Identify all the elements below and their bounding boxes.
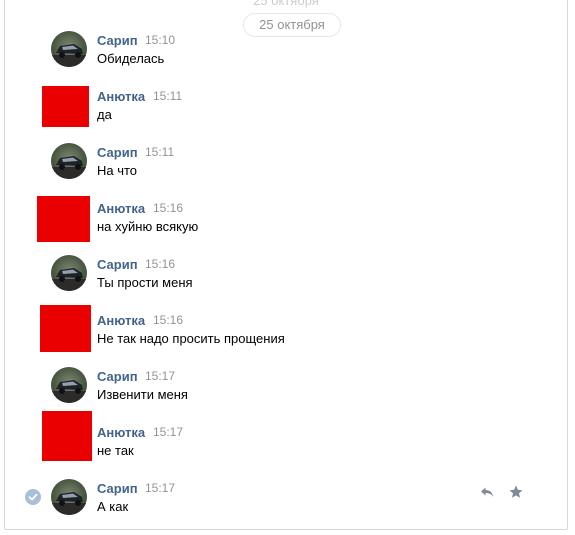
message-time[interactable]: 15:10 (145, 33, 175, 47)
avatar[interactable] (37, 196, 90, 242)
message-item[interactable]: Анютка 15:16 на хуйню всякую (5, 196, 565, 255)
message-item[interactable]: Анютка 15:16 Не так надо просить прощени… (5, 305, 565, 367)
message-text: Извенити меня (97, 387, 188, 402)
previous-date-label: 25 октября (253, 0, 319, 8)
message-item[interactable]: Сарип 15:11 На что (5, 143, 565, 199)
avatar[interactable] (51, 31, 87, 67)
car-photo-icon (51, 44, 87, 67)
message-time[interactable]: 15:16 (153, 313, 183, 327)
message-item[interactable]: Анютка 15:11 да (5, 86, 565, 143)
reply-icon[interactable] (479, 484, 495, 500)
message-time[interactable]: 15:17 (153, 425, 183, 439)
message-author[interactable]: Сарип (97, 481, 138, 496)
message-author[interactable]: Сарип (97, 33, 138, 48)
message-item[interactable]: Сарип 15:17 А как (5, 479, 565, 529)
message-text: на хуйню всякую (97, 219, 199, 234)
car-photo-icon (51, 380, 87, 403)
car-photo-icon (51, 268, 87, 291)
avatar[interactable] (51, 367, 87, 403)
message-author[interactable]: Сарип (97, 369, 138, 384)
message-text: Не так надо просить прощения (97, 331, 285, 346)
check-circle-icon[interactable] (25, 489, 41, 505)
car-photo-icon (51, 156, 87, 179)
message-author[interactable]: Сарип (97, 257, 138, 272)
message-text: А как (97, 499, 129, 514)
message-author[interactable]: Анютка (97, 201, 145, 216)
avatar[interactable] (51, 255, 87, 291)
chat-history-panel: 25 октября 25 октября Сарип 15:10 Обидел… (4, 0, 568, 530)
message-text: да (97, 107, 112, 122)
avatar[interactable] (42, 86, 89, 127)
message-time[interactable]: 15:16 (145, 257, 175, 271)
message-author[interactable]: Анютка (97, 89, 145, 104)
message-time[interactable]: 15:16 (153, 201, 183, 215)
avatar[interactable] (51, 143, 87, 179)
message-time[interactable]: 15:11 (145, 145, 174, 159)
avatar[interactable] (42, 411, 92, 461)
message-time[interactable]: 15:11 (153, 89, 182, 103)
message-time[interactable]: 15:17 (145, 369, 175, 383)
message-text: не так (97, 443, 134, 458)
car-photo-icon (51, 492, 87, 515)
message-author[interactable]: Анютка (97, 425, 145, 440)
message-text: На что (97, 163, 138, 178)
star-icon[interactable] (508, 484, 524, 500)
message-item[interactable]: Сарип 15:10 Обиделась (5, 31, 565, 87)
message-item[interactable]: Сарип 15:16 Ты прости меня (5, 255, 565, 311)
message-item[interactable]: Анютка 15:17 не так (5, 411, 565, 479)
message-text: Обиделась (97, 51, 165, 66)
avatar[interactable] (51, 479, 87, 515)
avatar[interactable] (40, 305, 91, 352)
message-author[interactable]: Сарип (97, 145, 138, 160)
message-time[interactable]: 15:17 (145, 481, 175, 495)
message-author[interactable]: Анютка (97, 313, 145, 328)
message-text: Ты прости меня (97, 275, 193, 290)
